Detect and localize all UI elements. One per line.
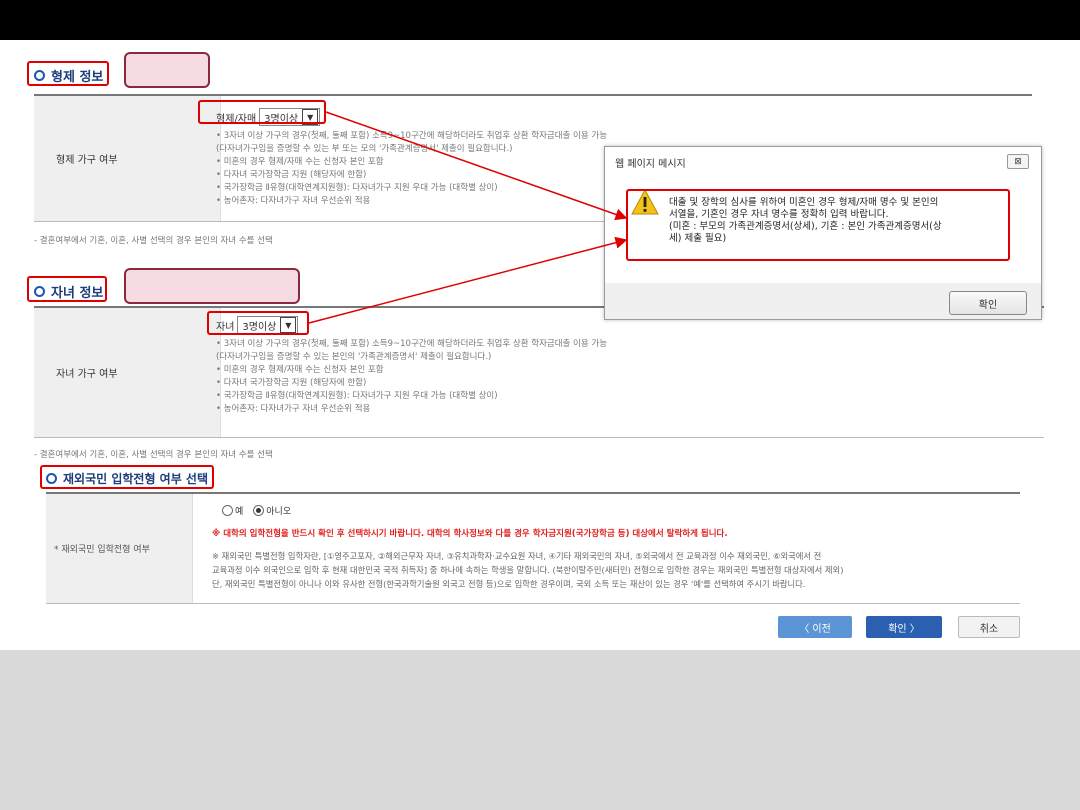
arrow-sibling-to-dialog: [325, 111, 628, 221]
arrow-children-to-dialog: [308, 236, 628, 324]
annotation-arrows: [308, 111, 628, 324]
